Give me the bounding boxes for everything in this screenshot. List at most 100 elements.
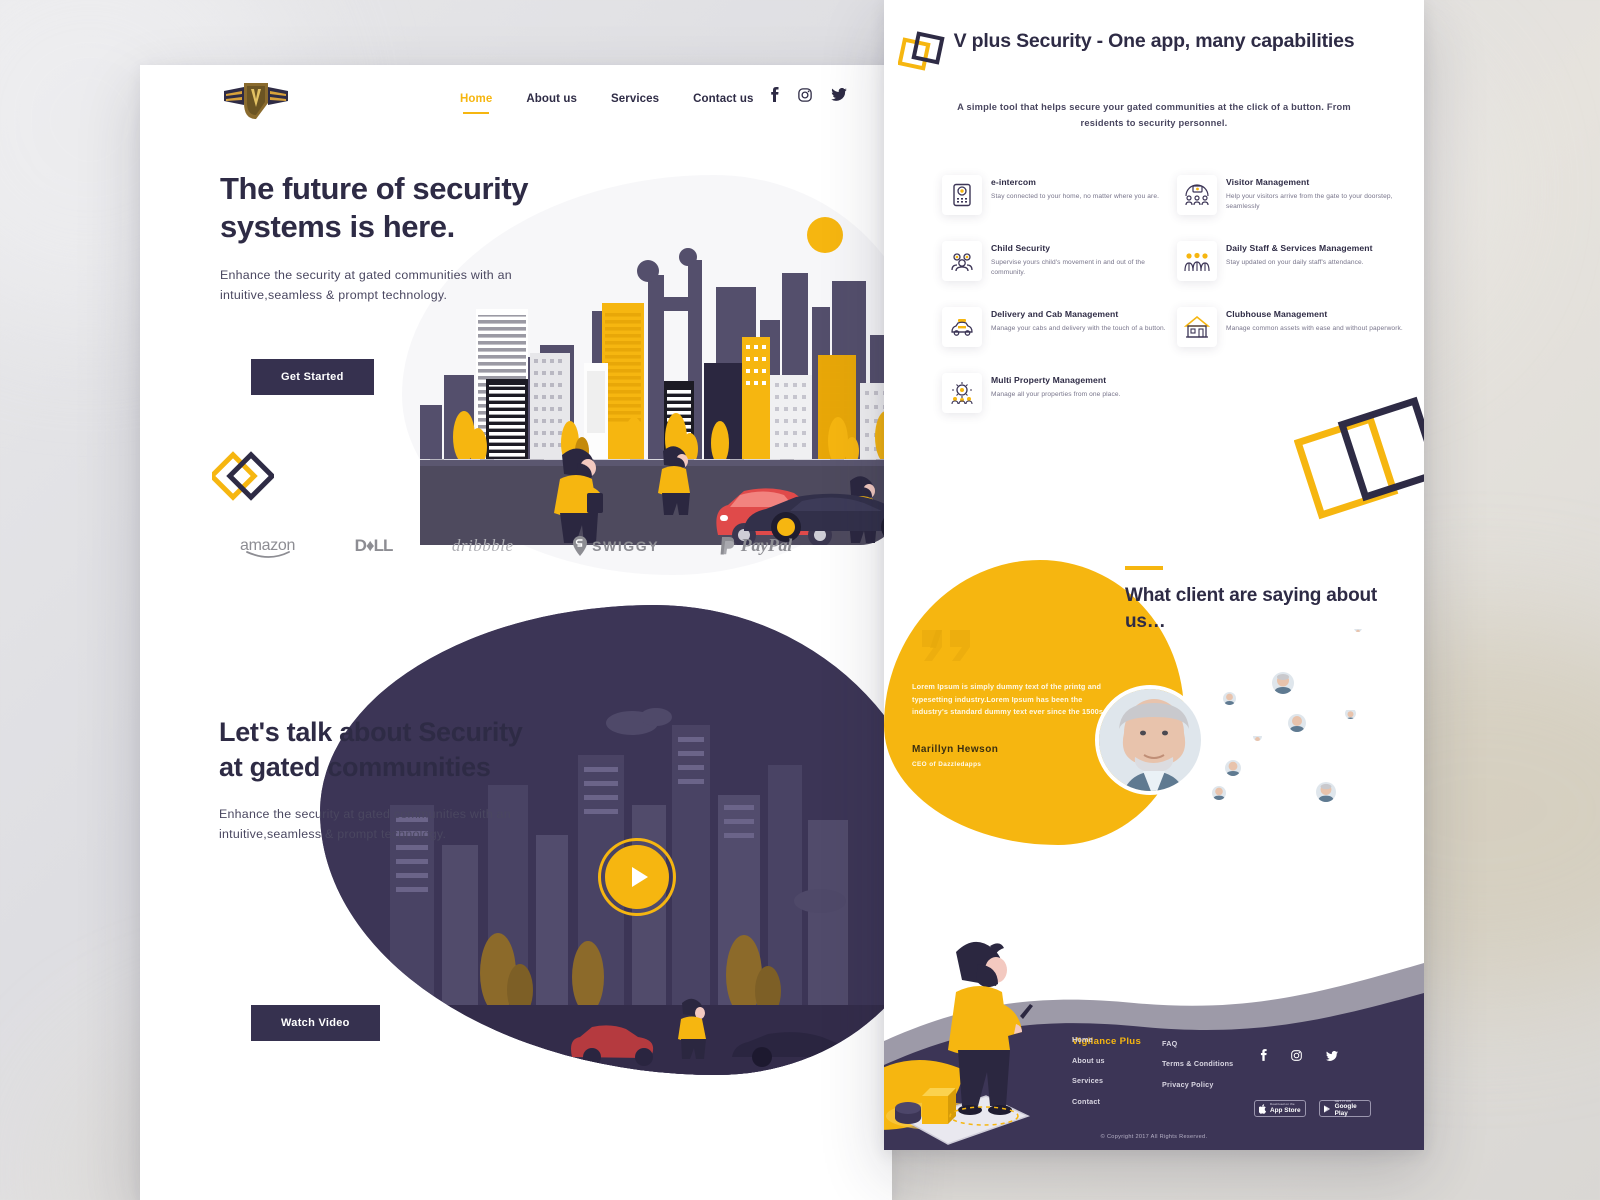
nav-item-about[interactable]: About us (526, 89, 577, 107)
nav-item-contact[interactable]: Contact us (693, 89, 753, 107)
feature-description: Stay connected to your home, no matter w… (991, 193, 1160, 200)
apple-icon (1259, 1103, 1267, 1114)
child-security-icon (942, 241, 982, 281)
testimonial-author-role: CEO of Dazzledapps (912, 761, 982, 768)
cab-icon (942, 307, 982, 347)
swiggy-pin-icon (573, 535, 588, 556)
twitter-icon[interactable] (831, 88, 847, 101)
nav-link-services[interactable]: Services (611, 93, 659, 105)
footer-link-home[interactable]: Home (1072, 1035, 1105, 1044)
dribbble-logo: dribbble (452, 536, 514, 556)
play-triangle-icon (631, 867, 648, 887)
footer-social-links[interactable] (1260, 1048, 1338, 1066)
footer-link-terms[interactable]: Terms & Conditions (1162, 1059, 1233, 1068)
watch-video-button[interactable]: Watch Video (251, 1005, 380, 1041)
nav-link-about[interactable]: About us (526, 93, 577, 105)
facebook-icon[interactable] (770, 87, 779, 102)
staff-icon (1177, 241, 1217, 281)
app-download-badges[interactable]: Download on the App Store GET IT ON Goog… (1254, 1099, 1371, 1118)
footer-links-column-2[interactable]: FAQ Terms & Conditions Privacy Policy (1162, 1039, 1233, 1101)
instagram-icon[interactable] (1291, 1048, 1302, 1066)
app-store-badge[interactable]: Download on the App Store (1254, 1100, 1306, 1117)
visitor-icon (1177, 175, 1217, 215)
nav-active-underline (463, 112, 490, 114)
dribbble-logo-label: dribbble (451, 535, 514, 555)
dell-logo-label: D♦LL (354, 535, 394, 555)
paypal-logo-label: PayPal (740, 535, 792, 555)
quotation-mark-icon (920, 628, 978, 664)
nav-link-home[interactable]: Home (460, 93, 492, 105)
nav-item-home[interactable]: Home (460, 89, 492, 114)
testimonial-quote: Lorem Ipsum is simply dummy text of the … (912, 682, 1106, 717)
nav-item-services[interactable]: Services (611, 89, 659, 107)
paypal-p-icon (720, 536, 734, 554)
section-rule (1125, 566, 1163, 570)
twitter-icon[interactable] (1326, 1048, 1338, 1066)
brand-logo[interactable] (220, 75, 292, 123)
decorative-squares-large (1293, 395, 1424, 540)
instagram-icon[interactable] (798, 87, 812, 102)
feature-item-daily-staff[interactable]: Daily Staff & Services Management Stay u… (1177, 241, 1412, 281)
feature-description: Manage your cabs and delivery with the t… (991, 325, 1166, 332)
feature-description: Help your visitors arrive from the gate … (1226, 193, 1393, 211)
mini-avatar (1354, 624, 1362, 632)
badge-main-label: Google Play (1334, 1103, 1357, 1118)
get-started-button[interactable]: Get Started (251, 359, 374, 395)
clubhouse-icon (1177, 307, 1217, 347)
landing-page-top-mockup: Home About us Services Contact us The fu… (140, 65, 892, 1200)
mini-avatar (1223, 692, 1236, 705)
video-section-title: Let's talk about Security at gated commu… (219, 717, 523, 783)
video-section-subtitle: Enhance the security at gated communitie… (219, 807, 511, 842)
mini-avatar (1253, 732, 1262, 741)
feature-item-visitor-management[interactable]: Visitor Management Help your visitors ar… (1177, 175, 1412, 215)
feature-description: Manage all your properties from one plac… (991, 391, 1121, 398)
video-section-copy: Let's talk about Security at gated commu… (219, 715, 549, 844)
play-icon[interactable] (605, 845, 669, 909)
footer-link-services[interactable]: Services (1072, 1076, 1105, 1085)
footer-link-about[interactable]: About us (1072, 1056, 1105, 1065)
feature-item-clubhouse[interactable]: Clubhouse Management Manage common asset… (1177, 307, 1412, 347)
pedestrian-large (554, 448, 603, 543)
facebook-icon[interactable] (1260, 1048, 1267, 1066)
decorative-squares-small (208, 445, 276, 507)
feature-description: Supervise yours child's movement in and … (991, 259, 1145, 277)
feature-title: e-intercom (991, 177, 1036, 187)
footer-link-faq[interactable]: FAQ (1162, 1039, 1233, 1048)
mini-avatar (1288, 714, 1306, 732)
hero-subtitle: Enhance the security at gated communitie… (220, 267, 512, 302)
feature-item-delivery-cab[interactable]: Delivery and Cab Management Manage your … (942, 307, 1177, 347)
feature-description: Manage common assets with ease and witho… (1226, 325, 1403, 332)
amazon-logo: amazon (240, 537, 295, 558)
swiggy-logo-label: SWIGGY (592, 537, 660, 554)
landing-page-bottom-mockup: V plus Security - One app, many capabili… (884, 0, 1424, 1150)
feature-item-multi-property[interactable]: Multi Property Management Manage all you… (942, 373, 1177, 413)
hero-copy-block: The future of security systems is here. … (220, 170, 580, 305)
feature-title: Child Security (991, 243, 1051, 253)
header-social-links[interactable] (770, 87, 847, 102)
mini-avatar (1345, 708, 1356, 719)
feature-title: Daily Staff & Services Management (1226, 243, 1373, 253)
page-title: The future of security systems is here. (220, 171, 529, 244)
feature-title: Multi Property Management (991, 375, 1107, 385)
site-header: Home About us Services Contact us (140, 65, 892, 135)
features-section-title: V plus Security - One app, many capabili… (953, 30, 1355, 52)
intercom-icon (942, 175, 982, 215)
feature-title: Visitor Management (1226, 177, 1310, 187)
nav-link-contact[interactable]: Contact us (693, 93, 753, 105)
client-logo-strip: amazon D♦LL dribbble SWIGGY PayPal (140, 535, 892, 558)
features-section-subtitle: A simple tool that helps secure your gat… (957, 102, 1351, 128)
features-column-left: e-intercom Stay connected to your home, … (942, 175, 1177, 439)
footer-links-column-1[interactable]: Home About us Services Contact (1072, 1035, 1105, 1117)
feature-item-child-security[interactable]: Child Security Supervise yours child's m… (942, 241, 1177, 281)
footer-link-contact[interactable]: Contact (1072, 1097, 1105, 1106)
avatar (1095, 685, 1205, 795)
paypal-logo: PayPal (719, 535, 792, 556)
swiggy-logo: SWIGGY (573, 535, 660, 556)
mini-avatar (1272, 672, 1294, 694)
main-nav[interactable]: Home About us Services Contact us (460, 89, 754, 114)
mini-avatar (1316, 782, 1336, 802)
footer-link-privacy[interactable]: Privacy Policy (1162, 1080, 1233, 1089)
mini-avatar (1212, 786, 1226, 800)
google-play-badge[interactable]: GET IT ON Google Play (1319, 1099, 1371, 1118)
feature-item-e-intercom[interactable]: e-intercom Stay connected to your home, … (942, 175, 1177, 215)
